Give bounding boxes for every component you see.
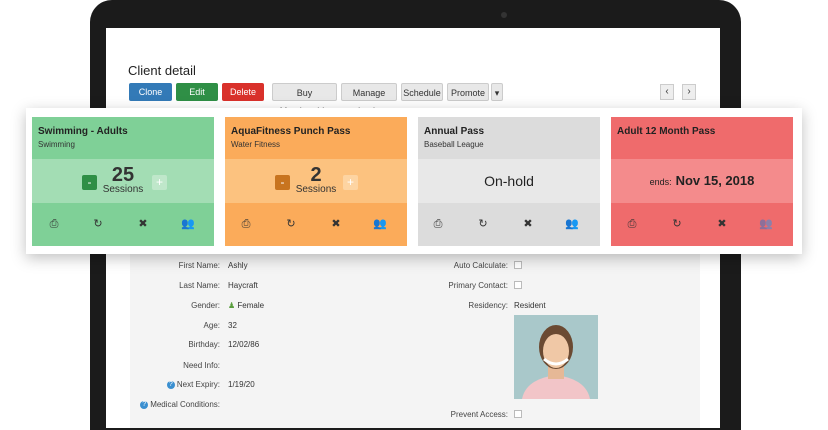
need-info-label: Need Info: [183,361,220,370]
age-label: Age: [203,321,220,330]
medical-conditions-label: ? Medical Conditions: [130,400,220,409]
card-header: AquaFitness Punch Pass Water Fitness [225,117,407,159]
refresh-icon[interactable]: ↻ [670,217,684,231]
card-name: AquaFitness Punch Pass [231,126,351,137]
print-icon[interactable]: ⎙ [431,217,445,231]
card-actions: ⎙ ↻ ✖ 👥 [418,203,600,246]
card-name: Annual Pass [424,126,485,137]
card-header: Adult 12 Month Pass [611,117,793,159]
next-expiry-value: 1/19/20 [228,380,255,389]
manage-login-button[interactable]: Manage Login [341,83,397,116]
card-name: Swimming - Adults [38,126,128,137]
increment-button[interactable]: + [152,175,167,190]
card-expiry: ends: Nov 15, 2018 [611,159,793,203]
card-actions: ⎙ ↻ ✖ 👥 [32,203,214,246]
birthday-value: 12/02/86 [228,340,260,349]
users-icon[interactable]: 👥 [181,217,195,231]
client-photo [514,315,598,399]
portrait-image [514,315,598,399]
card-sessions: - 25 Sessions + [32,159,214,203]
card-header: Annual Pass Baseball League [418,117,600,159]
prevent-access-label: Prevent Access: [450,410,508,419]
expiry-line: ends: Nov 15, 2018 [611,172,793,188]
residency-label: Residency: [468,301,508,310]
prevent-access-checkbox[interactable] [514,410,522,418]
card-header: Swimming - Adults Swimming [32,117,214,159]
help-icon[interactable]: ? [166,380,175,389]
buy-membership-button[interactable]: Buy Membership [272,83,337,116]
membership-card-aquafitness: AquaFitness Punch Pass Water Fitness - 2… [225,117,407,246]
print-icon[interactable]: ⎙ [625,217,639,231]
last-name-label: Last Name: [179,281,220,290]
users-icon: 👥 [759,218,773,230]
last-name-value: Haycraft [228,281,258,290]
membership-card-annual: Annual Pass Baseball League On-hold ⎙ ↻ … [418,117,600,246]
birthday-label: Birthday: [188,340,220,349]
card-status: On-hold [418,159,600,203]
prev-client-button[interactable]: ‹ [660,84,674,100]
membership-card-adult-12-month: Adult 12 Month Pass ends: Nov 15, 2018 ⎙… [611,117,793,246]
promote-button[interactable]: Promote [447,83,489,101]
card-category: Baseball League [424,140,484,149]
status-text: On-hold [484,173,534,189]
camera [501,12,507,18]
session-unit: Sessions [102,184,144,195]
more-dropdown-button[interactable]: ▾ [491,83,503,101]
close-icon[interactable]: ✖ [136,217,150,231]
person-icon: ♟ [228,301,236,310]
card-actions: ⎙ ↻ ✖ 👥 [611,203,793,246]
first-name-value: Ashly [228,261,248,270]
next-expiry-text: Next Expiry: [176,380,220,389]
ends-date: Nov 15, 2018 [675,173,755,188]
print-icon[interactable]: ⎙ [239,217,253,231]
gender-label: Gender: [191,301,220,310]
card-category: Swimming [38,140,75,149]
users-icon[interactable]: 👥 [565,217,579,231]
card-name: Adult 12 Month Pass [617,126,716,137]
client-detail-panel: First Name: Ashly Last Name: Haycraft Ge… [130,250,700,428]
next-client-button[interactable]: › [682,84,696,100]
membership-card-swimming: Swimming - Adults Swimming - 25 Sessions… [32,117,214,246]
primary-contact-checkbox[interactable] [514,281,522,289]
gender-value: ♟ Female [228,301,264,310]
help-icon[interactable]: ? [140,400,149,409]
auto-calculate-checkbox[interactable] [514,261,522,269]
first-name-label: First Name: [178,261,220,270]
refresh-icon[interactable]: ↻ [284,217,298,231]
print-icon[interactable]: ⎙ [47,217,61,231]
residency-value: Resident [514,301,546,310]
memberships-panel: Swimming - Adults Swimming - 25 Sessions… [26,108,802,254]
refresh-icon[interactable]: ↻ [91,217,105,231]
users-icon[interactable]: 👥 [373,217,387,231]
session-unit: Sessions [295,184,337,195]
age-value: 32 [228,321,237,330]
ends-label: ends: [649,177,672,187]
card-actions: ⎙ ↻ ✖ 👥 [225,203,407,246]
primary-contact-label: Primary Contact: [448,281,508,290]
card-category: Water Fitness [231,140,281,149]
auto-calculate-label: Auto Calculate: [453,261,508,270]
medical-conditions-text: Medical Conditions: [150,400,220,409]
gender-text: Female [237,301,265,310]
delete-button[interactable]: Delete [222,83,264,101]
next-expiry-label: ? Next Expiry: [140,380,220,389]
schedule-button[interactable]: Schedule [401,83,443,101]
page-title: Client detail [128,63,196,78]
close-icon[interactable]: ✖ [715,217,729,231]
refresh-icon[interactable]: ↻ [476,217,490,231]
edit-button[interactable]: Edit [176,83,218,101]
close-icon[interactable]: ✖ [521,217,535,231]
close-icon[interactable]: ✖ [329,217,343,231]
card-sessions: - 2 Sessions + [225,159,407,203]
clone-button[interactable]: Clone [129,83,172,101]
increment-button[interactable]: + [343,175,358,190]
